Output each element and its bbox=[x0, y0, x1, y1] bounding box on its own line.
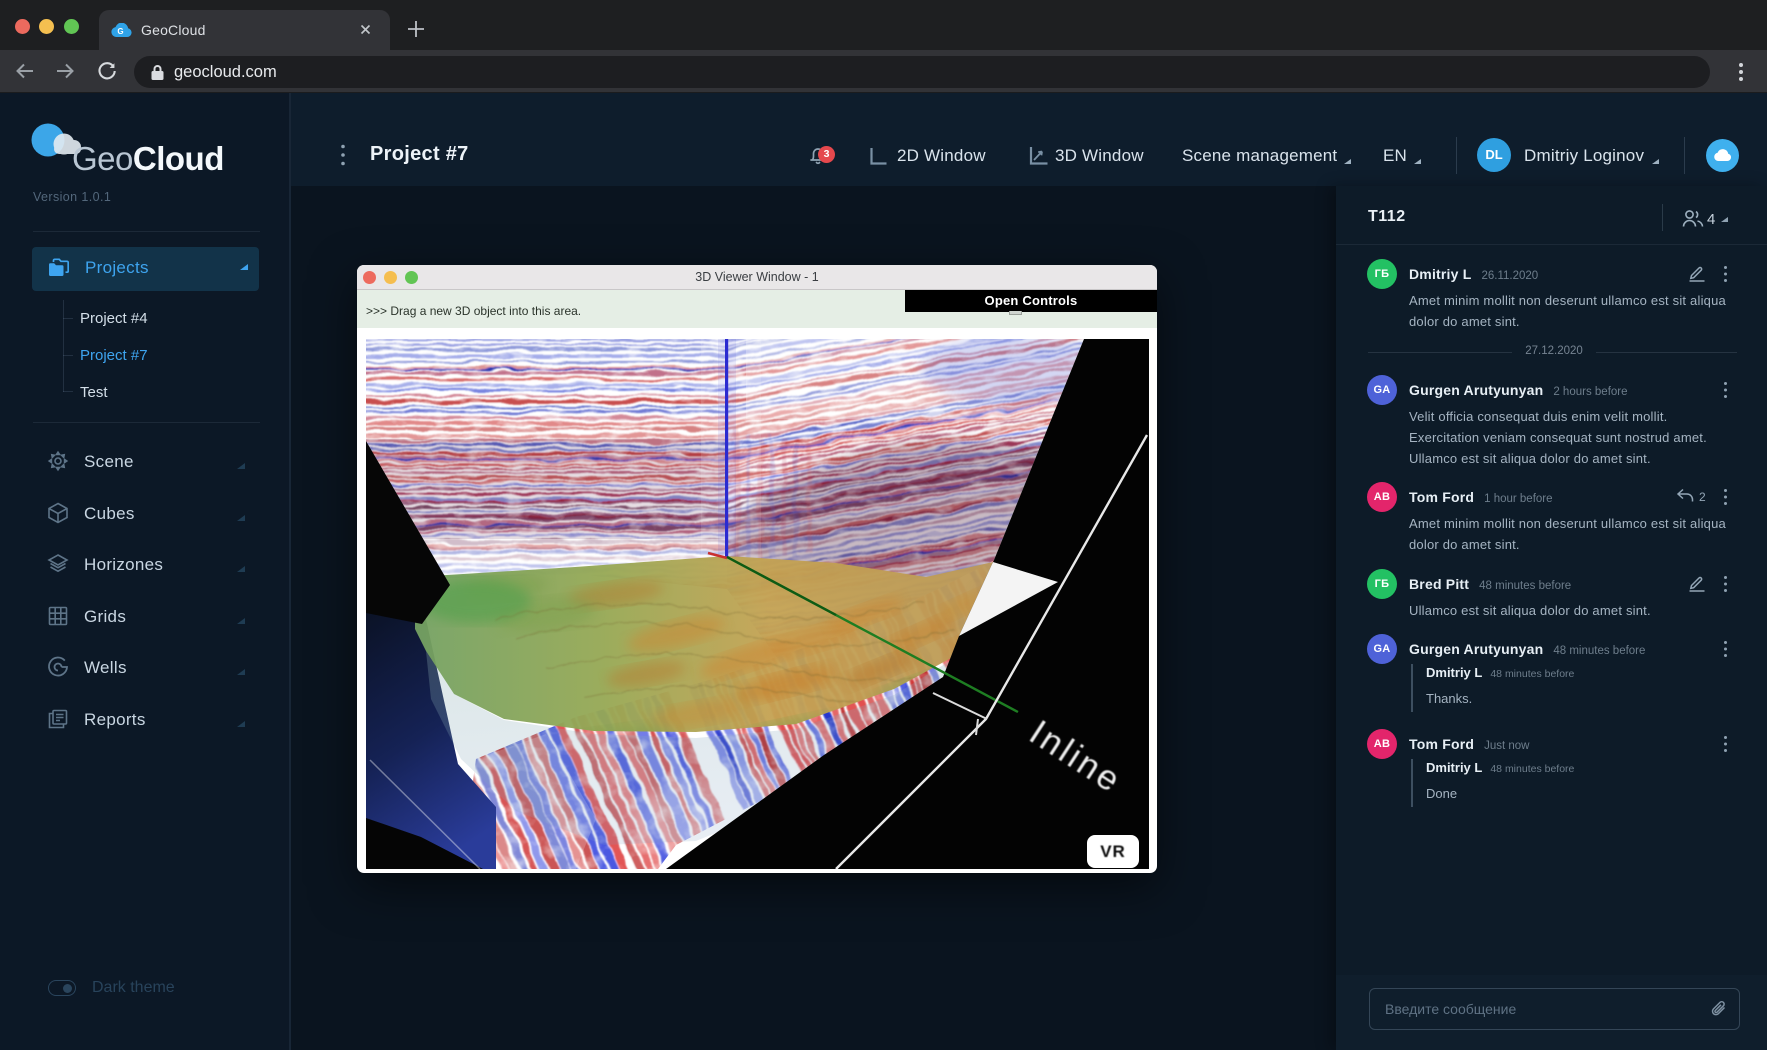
svg-text:VR: VR bbox=[1100, 842, 1126, 861]
svg-text:G: G bbox=[117, 27, 123, 36]
svg-text:GeoCloud: GeoCloud bbox=[72, 140, 224, 177]
